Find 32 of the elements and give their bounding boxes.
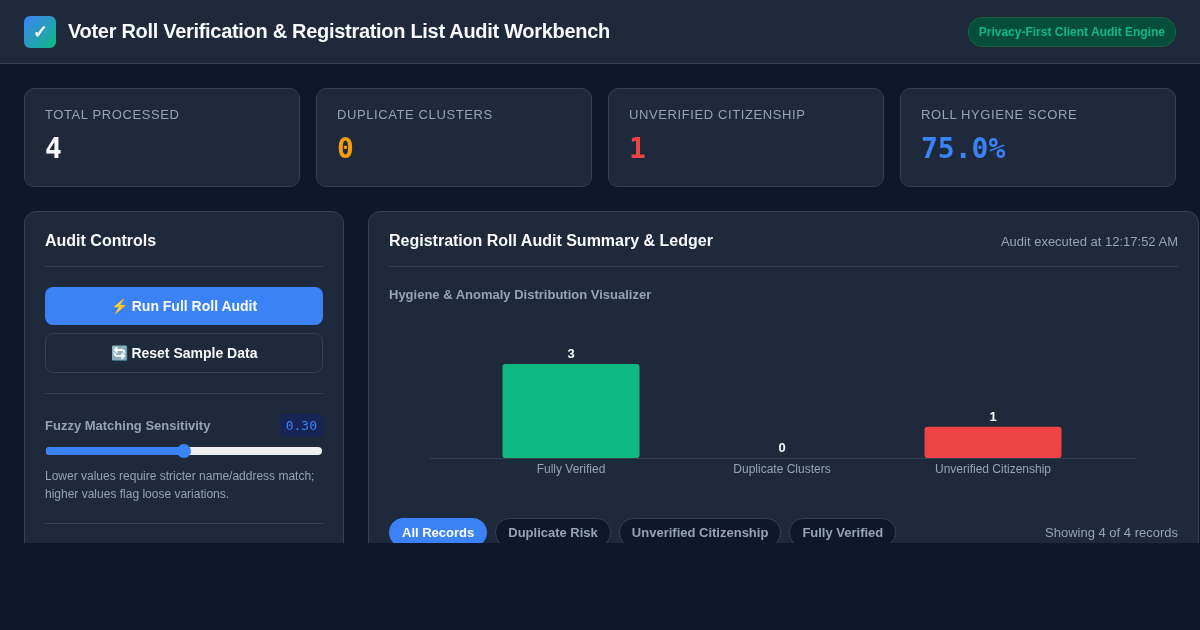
category-label: Fully Verified: [536, 462, 606, 476]
filter-tab[interactable]: Unverified Citizenship: [618, 518, 782, 543]
sensitivity-slider[interactable]: [46, 447, 322, 455]
panel-title: Registration Roll Audit Summary & Ledger: [389, 232, 713, 250]
run-audit-button[interactable]: ⚡ Run Full Roll Audit: [45, 287, 323, 325]
bar-value-label: 1: [989, 408, 997, 424]
slider-label: Fuzzy Matching Sensitivity: [45, 418, 211, 433]
stat-value: 4: [45, 132, 63, 165]
stat-value: 0: [337, 132, 355, 165]
category-label: Unverified Citizenship: [934, 462, 1052, 476]
stat-value: 75.0%: [921, 132, 1007, 165]
stat-label: DUPLICATE CLUSTERS: [337, 107, 494, 122]
bar-value-label: 0: [778, 440, 786, 455]
stat-value: 1: [629, 132, 647, 165]
stat-label: TOTAL PROCESSED: [45, 107, 181, 122]
filter-tab[interactable]: Duplicate Risk: [495, 518, 611, 543]
stat-label: ROLL HYGIENE SCORE: [921, 107, 1079, 122]
logo-icon: ✓: [24, 15, 56, 48]
bar-value-label: 3: [567, 346, 575, 361]
category-label: Duplicate Clusters: [733, 462, 831, 476]
audit-timestamp: Audit executed at 12:17:52 AM: [1000, 233, 1178, 249]
chart-title: Hygiene & Anomaly Distribution Visualizer: [389, 287, 653, 302]
engine-badge: Privacy-First Client Audit Engine: [967, 16, 1176, 47]
filter-tab[interactable]: All Records: [389, 518, 488, 543]
app-title: Voter Roll Verification & Registration List Audit Workbench: [68, 20, 610, 43]
slider-hint: Lower values require stricter name/address match; higher values flag loose variations.: [45, 468, 316, 503]
slider-reading: 0.30: [279, 414, 323, 437]
record-count: Showing 4 of 4 records: [1045, 525, 1178, 540]
panel-title: Audit Controls: [45, 232, 158, 250]
stat-label: UNVERIFIED CITIZENSHIP: [629, 107, 807, 122]
filter-tab[interactable]: Fully Verified: [789, 518, 897, 543]
reset-button[interactable]: 🔄 Reset Sample Data: [45, 333, 323, 373]
